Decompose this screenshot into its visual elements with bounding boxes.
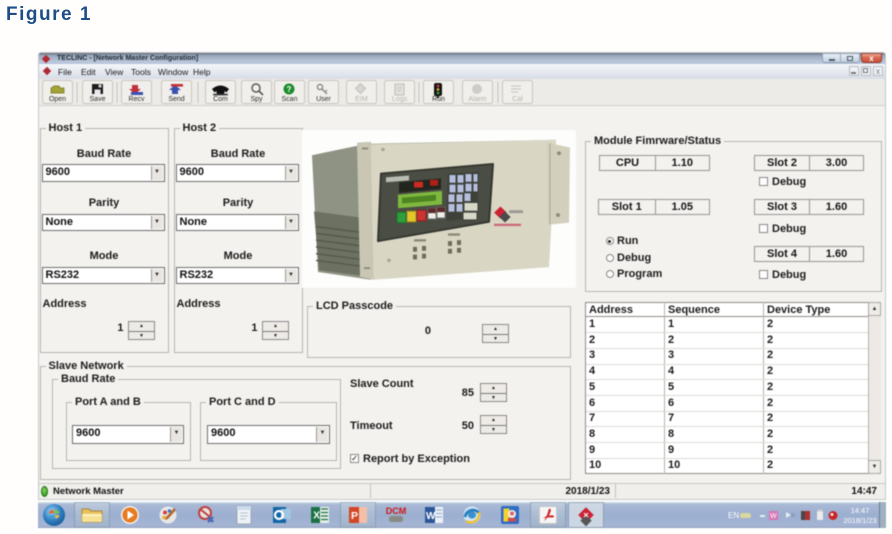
svg-text:Cal: Cal: [512, 96, 523, 103]
svg-text:?: ?: [287, 85, 292, 94]
svg-text:Run: Run: [432, 96, 445, 103]
svg-text:W: W: [426, 511, 436, 522]
svg-text:EN: EN: [728, 511, 739, 520]
svg-text:Spy: Spy: [250, 96, 263, 103]
svg-text:Logs: Logs: [392, 96, 408, 103]
svg-text:Scan: Scan: [282, 96, 298, 103]
svg-text:W: W: [770, 513, 777, 520]
svg-text:Recv: Recv: [129, 96, 145, 103]
svg-text:DCM: DCM: [386, 506, 407, 516]
svg-text:P: P: [351, 510, 358, 522]
svg-text:14:47: 14:47: [851, 506, 870, 515]
svg-text:EIM: EIM: [355, 96, 368, 103]
svg-text:2018/1/23: 2018/1/23: [843, 516, 876, 525]
svg-text:Send: Send: [168, 96, 184, 103]
svg-text:Com: Com: [213, 96, 228, 103]
svg-text:User: User: [316, 96, 331, 103]
svg-text:Save: Save: [90, 96, 106, 103]
svg-text:X: X: [313, 511, 320, 522]
svg-text:Open: Open: [49, 96, 66, 103]
svg-text:Alarm: Alarm: [468, 96, 486, 103]
